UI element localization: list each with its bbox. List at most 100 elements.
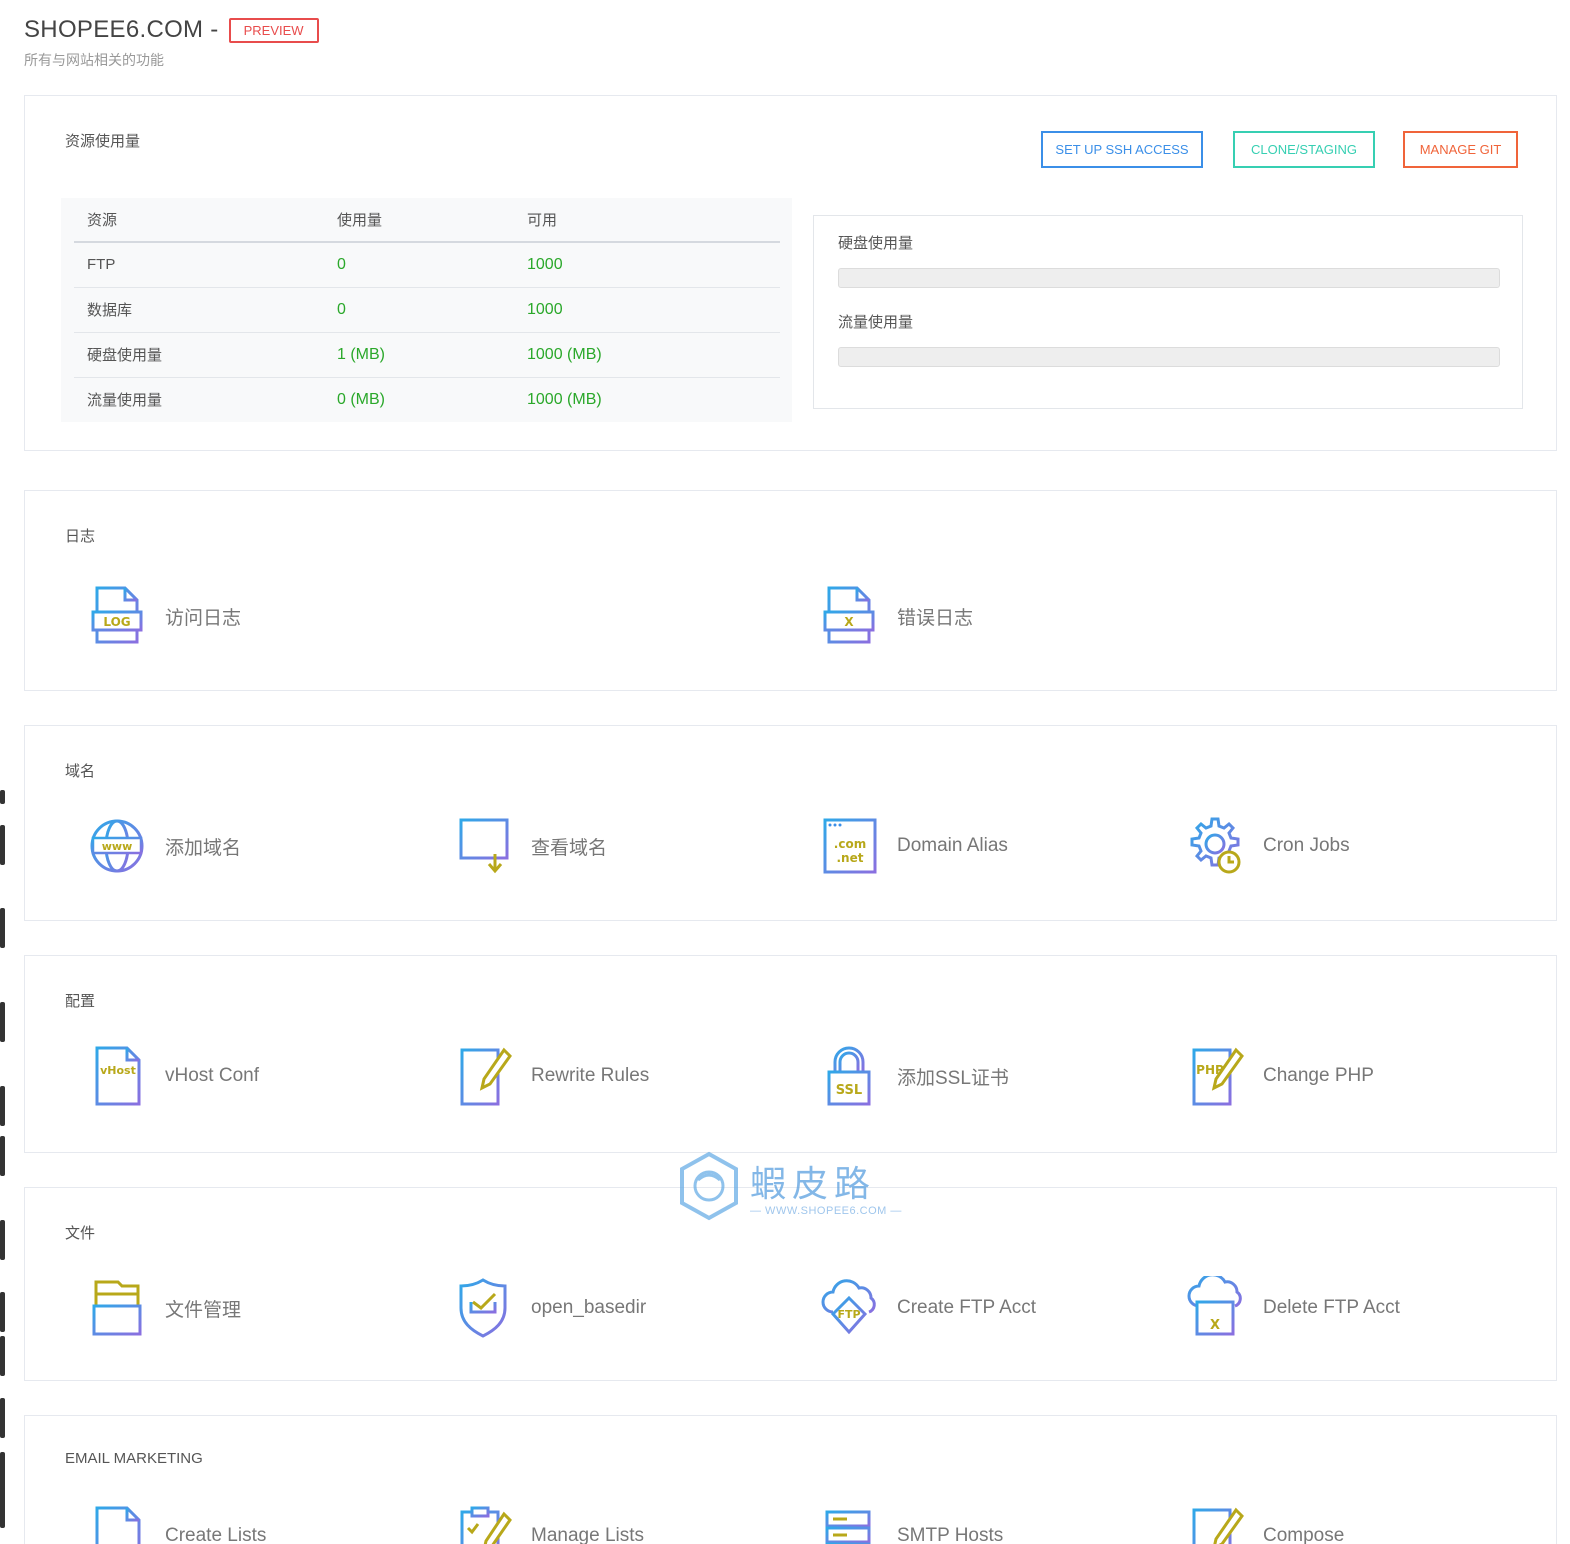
svg-text:SSL: SSL (836, 1083, 862, 1098)
server-stack-icon (819, 1504, 879, 1544)
disk-usage-progress (838, 268, 1500, 288)
logs-title: 日志 (65, 528, 96, 545)
resource-available: 1000 (MB) (514, 332, 780, 378)
create-list-icon (87, 1504, 147, 1544)
resource-available: 1000 (MB) (527, 390, 602, 408)
error-log-icon: X (819, 584, 879, 648)
watermark-brand: 蝦皮路 (750, 1164, 877, 1205)
resource-available: 1000 (514, 287, 780, 333)
cron-jobs-link[interactable]: Cron Jobs (1185, 814, 1350, 878)
page-subtitle: 所有与网站相关的功能 (24, 52, 164, 68)
manage-git-button[interactable]: MANAGE GIT (1403, 131, 1518, 168)
add-ssl-label: 添加SSL证书 (897, 1067, 1009, 1089)
domains-card: 域名 www 添加域名 查看域名 .com .net Domain Alias C… (24, 725, 1557, 921)
vhost-conf-link[interactable]: vHost vHost Conf (87, 1044, 259, 1108)
smtp-hosts-label: SMTP Hosts (897, 1525, 1004, 1544)
file-manager-link[interactable]: 文件管理 (87, 1276, 241, 1340)
clone-staging-button[interactable]: CLONE/STAGING (1233, 131, 1375, 168)
manage-lists-link[interactable]: Manage Lists (453, 1504, 644, 1544)
ssl-lock-icon: SSL (819, 1044, 879, 1108)
file-manager-label: 文件管理 (165, 1299, 242, 1321)
svg-text:FTP: FTP (837, 1308, 860, 1321)
manage-list-icon (453, 1504, 513, 1544)
www-globe-icon: www (87, 814, 147, 878)
domain-alias-link[interactable]: .com .net Domain Alias (819, 814, 1008, 878)
email-marketing-title: EMAIL MARKETING (65, 1450, 203, 1467)
resource-used: 0 (324, 287, 514, 333)
view-domains-link[interactable]: 查看域名 (453, 814, 607, 878)
delete-ftp-label: Delete FTP Acct (1263, 1297, 1400, 1318)
compose-icon (1185, 1504, 1245, 1544)
create-lists-label: Create Lists (165, 1525, 267, 1544)
com-net-icon: .com .net (819, 814, 879, 878)
create-ftp-link[interactable]: FTP Create FTP Acct (819, 1276, 1036, 1340)
access-log-link[interactable]: LOG 访问日志 (87, 584, 241, 648)
page-header: SHOPEE6.COM - PREVIEW 所有与网站相关的功能 (24, 16, 319, 70)
svg-text:.com: .com (834, 837, 866, 851)
column-header-resource: 资源 (74, 198, 324, 243)
manage-lists-label: Manage Lists (531, 1525, 645, 1544)
table-row: FTP 0 1000 (74, 242, 780, 288)
svg-text:X: X (1210, 1318, 1220, 1333)
resource-name: 数据库 (74, 287, 324, 333)
compose-link[interactable]: Compose (1185, 1504, 1344, 1544)
svg-text:X: X (844, 615, 854, 629)
config-title: 配置 (65, 993, 96, 1010)
preview-badge[interactable]: PREVIEW (228, 17, 319, 43)
config-card: 配置 vHost vHost Conf Rewrite Rules SSL 添加… (24, 955, 1557, 1153)
compose-label: Compose (1263, 1525, 1345, 1544)
smtp-hosts-link[interactable]: SMTP Hosts (819, 1504, 1003, 1544)
table-row: 数据库 0 1000 (74, 287, 780, 333)
svg-text:.net: .net (837, 851, 864, 865)
resource-used: 0 (324, 242, 514, 288)
edit-document-icon (453, 1044, 513, 1108)
resource-table: 资源 使用量 可用 FTP 0 1000 数据库 0 1000 硬盘使用量 1 … (74, 198, 780, 422)
list-view-icon (453, 814, 513, 878)
create-ftp-label: Create FTP Acct (897, 1297, 1037, 1318)
domain-alias-label: Domain Alias (897, 835, 1008, 856)
resource-name: 流量使用量 (87, 392, 163, 410)
shrimp-logo-icon (680, 1151, 738, 1221)
left-edge-marks (0, 780, 8, 1544)
vhost-file-icon: vHost (87, 1044, 147, 1108)
add-domain-label: 添加域名 (165, 837, 242, 859)
table-row: 硬盘使用量 1 (MB) 1000 (MB) (74, 332, 780, 378)
domains-title: 域名 (65, 763, 96, 780)
resource-usage-card: 资源使用量 SET UP SSH ACCESS CLONE/STAGING MA… (24, 95, 1557, 451)
shield-check-icon (453, 1276, 513, 1340)
ftp-cloud-icon: FTP (819, 1276, 879, 1340)
bandwidth-usage-label: 流量使用量 (838, 314, 914, 331)
log-file-icon: LOG (87, 584, 147, 648)
change-php-link[interactable]: PHP Change PHP (1185, 1044, 1374, 1108)
rewrite-rules-link[interactable]: Rewrite Rules (453, 1044, 649, 1108)
svg-text:LOG: LOG (103, 615, 130, 629)
setup-ssh-button[interactable]: SET UP SSH ACCESS (1041, 131, 1203, 168)
column-header-available: 可用 (514, 198, 780, 243)
svg-text:vHost: vHost (100, 1064, 136, 1077)
disk-usage-label: 硬盘使用量 (838, 235, 914, 252)
access-log-label: 访问日志 (165, 607, 242, 629)
delete-ftp-link[interactable]: X Delete FTP Acct (1185, 1276, 1400, 1340)
file-cabinet-icon (87, 1276, 147, 1340)
open-basedir-link[interactable]: open_basedir (453, 1276, 646, 1340)
gear-clock-icon (1185, 814, 1245, 878)
cron-jobs-label: Cron Jobs (1263, 835, 1350, 856)
resource-name: 硬盘使用量 (74, 332, 324, 378)
view-domains-label: 查看域名 (531, 837, 608, 859)
resource-available: 1000 (514, 242, 780, 288)
resource-table-container: 资源 使用量 可用 FTP 0 1000 数据库 0 1000 硬盘使用量 1 … (61, 198, 792, 422)
page-title: SHOPEE6.COM - (24, 16, 219, 43)
table-row: 流量使用量 0 (MB) 1000 (MB) (74, 377, 780, 422)
add-ssl-link[interactable]: SSL 添加SSL证书 (819, 1044, 1009, 1108)
email-marketing-card: EMAIL MARKETING Create Lists Manage List… (24, 1415, 1557, 1544)
rewrite-rules-label: Rewrite Rules (531, 1065, 650, 1086)
usage-bars-panel: 硬盘使用量 流量使用量 (813, 215, 1523, 409)
create-lists-link[interactable]: Create Lists (87, 1504, 266, 1544)
svg-text:www: www (102, 840, 133, 853)
files-title: 文件 (65, 1225, 96, 1242)
watermark-url: — WWW.SHOPEE6.COM — (750, 1205, 902, 1217)
add-domain-link[interactable]: www 添加域名 (87, 814, 241, 878)
error-log-link[interactable]: X 错误日志 (819, 584, 973, 648)
ftp-delete-icon: X (1185, 1276, 1245, 1340)
resource-used: 0 (MB) (337, 390, 385, 408)
